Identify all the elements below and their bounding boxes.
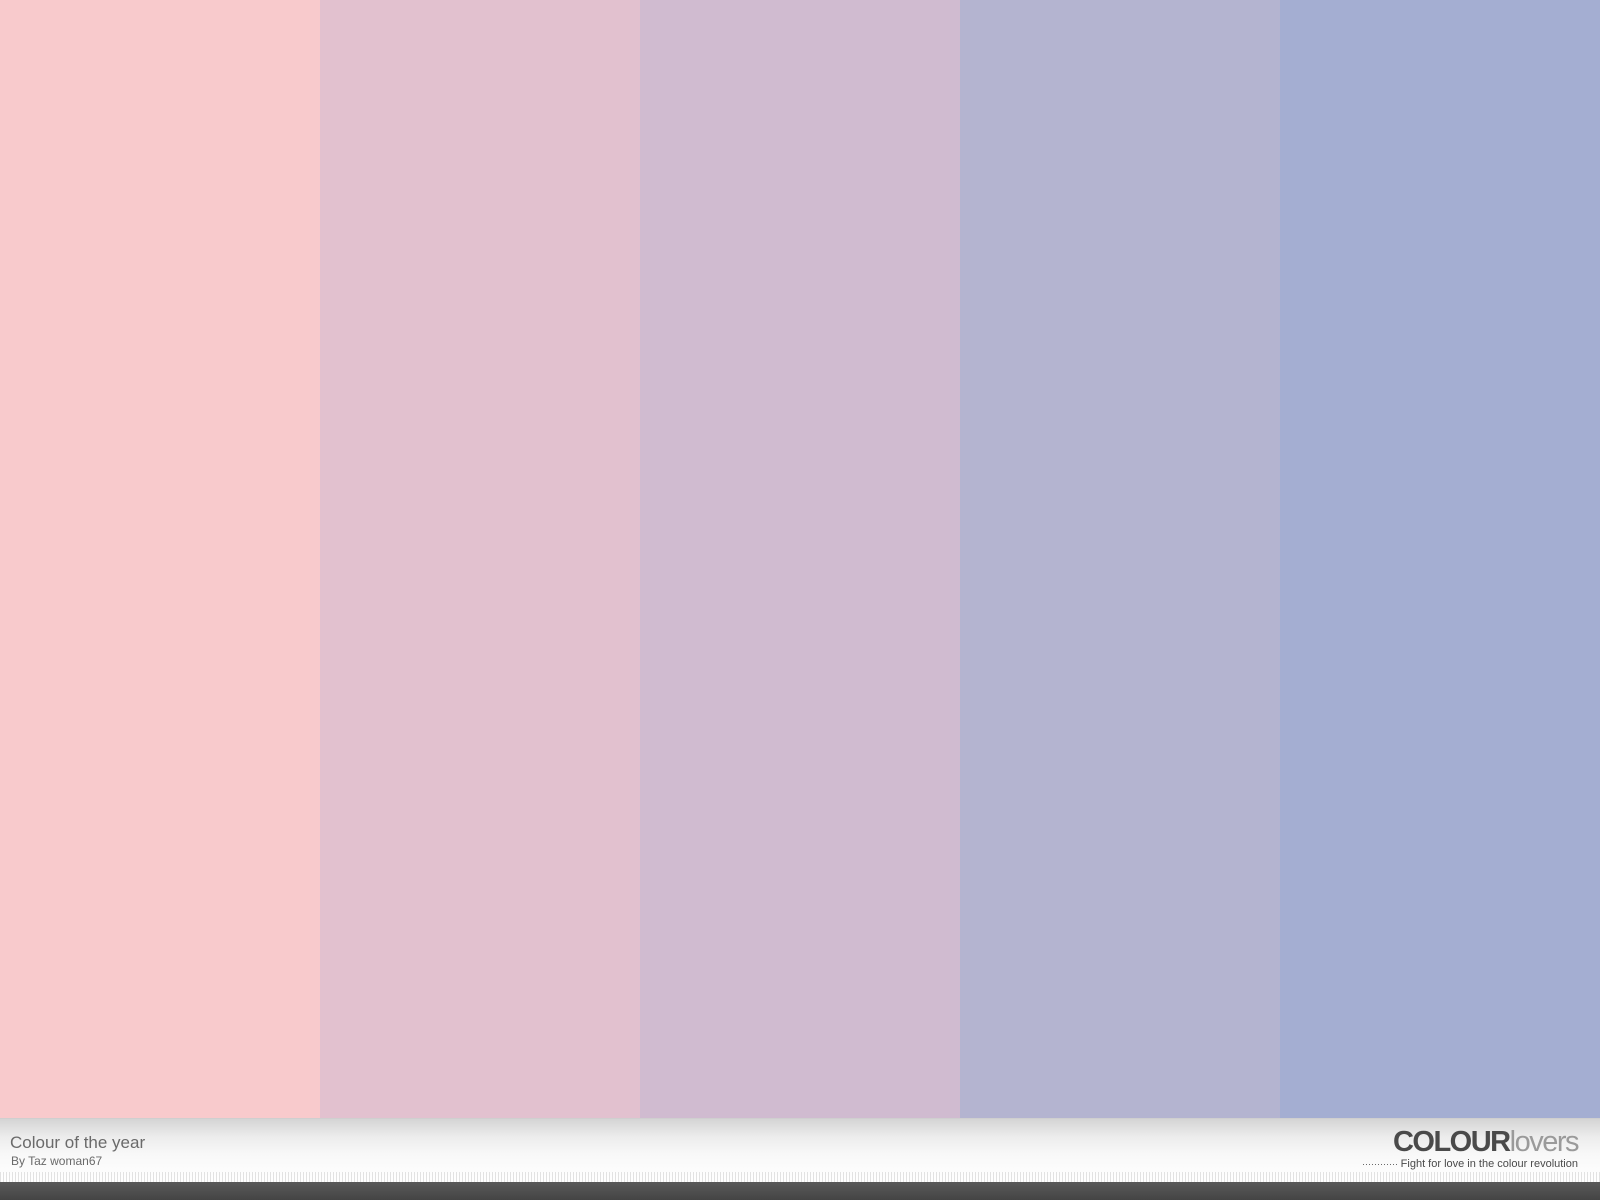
brand-tagline-row: Fight for love in the colour revolution (1362, 1158, 1578, 1170)
color-swatch-2 (320, 0, 640, 1118)
bottom-bar (0, 1182, 1600, 1200)
color-swatch-4 (960, 0, 1280, 1118)
logo-word-lovers: lovers (1509, 1126, 1580, 1158)
colourlovers-logo[interactable]: COLOURlovers (1363, 1126, 1580, 1158)
palette-title: Colour of the year (10, 1133, 146, 1152)
dotted-line-icon (1362, 1161, 1397, 1167)
color-swatches (0, 0, 1600, 1118)
logo-word-colour: COLOUR (1392, 1126, 1511, 1158)
palette-author: By Taz woman67 (11, 1154, 103, 1168)
palette-footer: Colour of the year By Taz woman67 COLOUR… (0, 1118, 1600, 1182)
color-swatch-5 (1280, 0, 1600, 1118)
color-swatch-1 (0, 0, 320, 1118)
palette-page: Colour of the year By Taz woman67 COLOUR… (0, 0, 1600, 1200)
brand-tagline: Fight for love in the colour revolution (1400, 1158, 1578, 1170)
colourlovers-brand[interactable]: COLOURlovers Fight for love in the colou… (1362, 1126, 1580, 1170)
color-swatch-3 (640, 0, 960, 1118)
footer-texture (0, 1172, 1600, 1182)
